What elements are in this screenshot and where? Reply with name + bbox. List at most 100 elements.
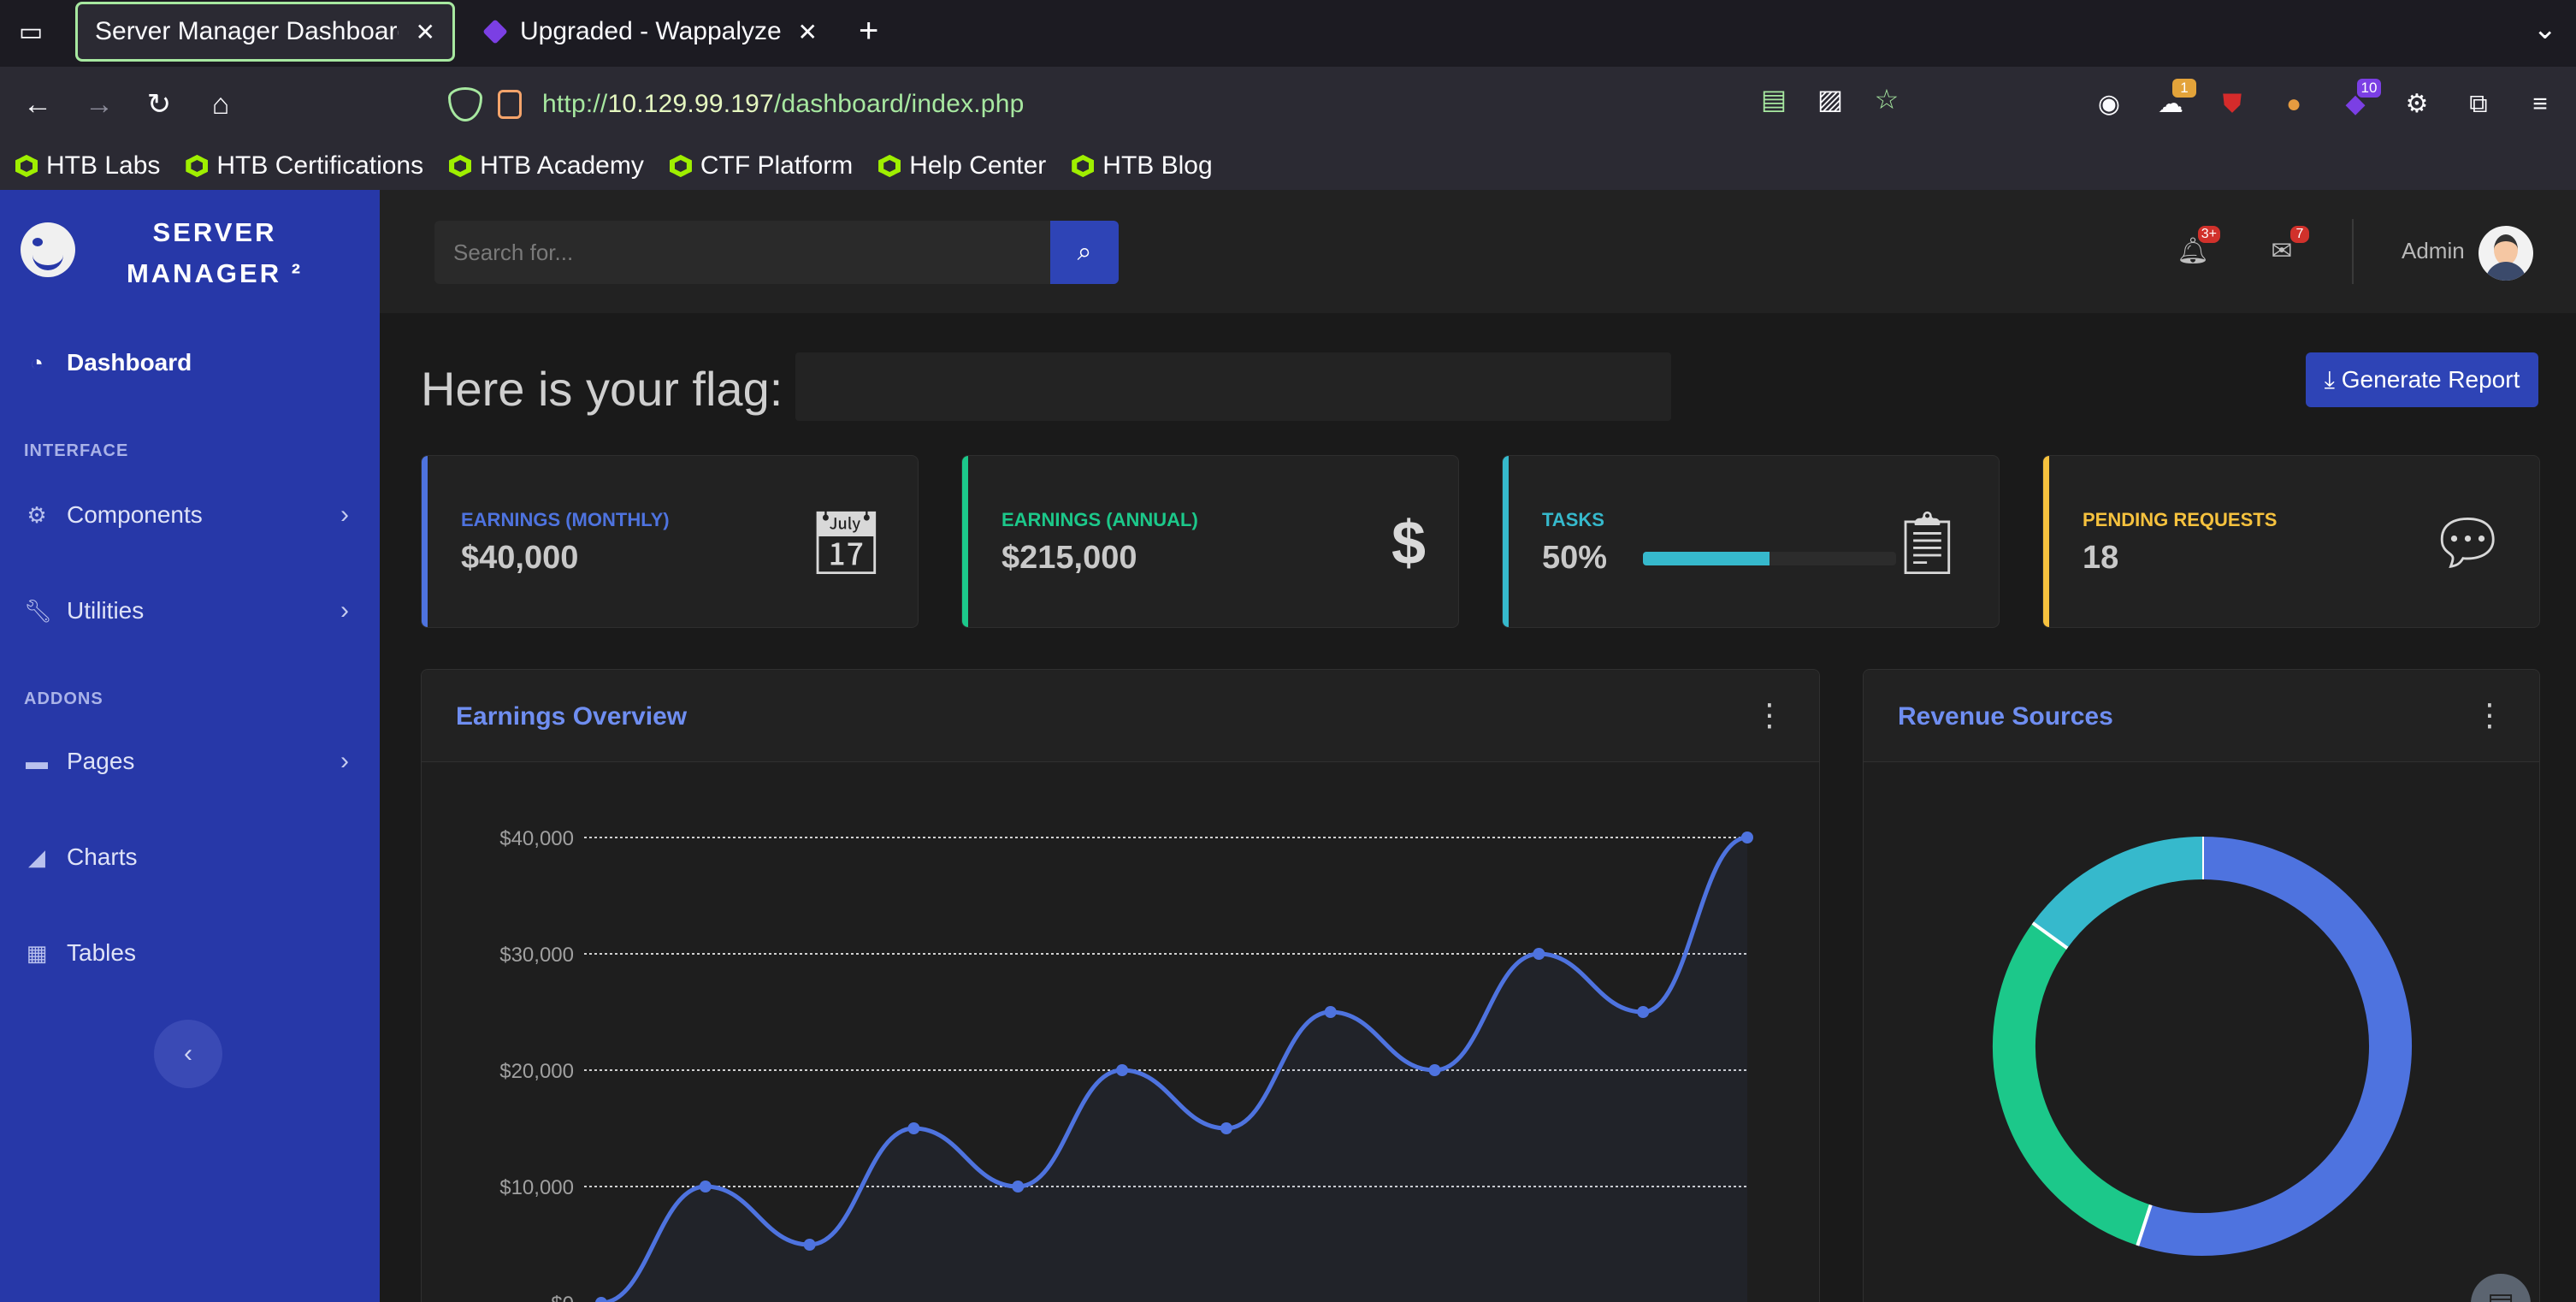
user-name[interactable]: Admin (2402, 238, 2465, 264)
shield-icon[interactable] (448, 87, 482, 121)
search-icon: ⌕ (1077, 238, 1092, 266)
bookmark-label: HTB Academy (480, 151, 644, 180)
sidebar-item-label: Pages (67, 748, 135, 774)
sidebar-toggle-button[interactable]: ‹ (154, 1020, 222, 1088)
cookie-icon[interactable]: ● (2273, 84, 2314, 125)
sidebar-item-utilities[interactable]: 🔧︎ Utilities › (24, 596, 349, 624)
folder-icon: ▬ (26, 748, 48, 774)
data-point (699, 1181, 712, 1193)
tab-server-manager[interactable]: Server Manager Dashboard ✕ (75, 2, 455, 62)
bookmark-ctf-platform[interactable]: CTF Platform (669, 151, 853, 181)
area-chart-icon: ◢ (28, 843, 45, 870)
dashboard-app: SERVER MANAGER ² ◔ Dashboard INTERFACE ⚙… (0, 190, 2576, 1302)
lock-icon[interactable] (498, 90, 522, 119)
revenue-donut-chart (1993, 837, 2412, 1256)
home-icon[interactable]: ⌂ (200, 84, 241, 125)
search-input[interactable] (434, 221, 1050, 284)
wrench-icon: 🔧︎ (24, 597, 53, 624)
ublock-icon[interactable]: ⛊ (2212, 84, 2253, 125)
account-icon[interactable]: ◉ (2089, 84, 2130, 125)
close-tab-icon[interactable]: ✕ (416, 18, 435, 46)
reader-view-icon[interactable]: ▤ (1757, 82, 1791, 116)
generate-report-button[interactable]: ⤓ Generate Report (2306, 352, 2538, 407)
browser-tab-bar: ▭ Server Manager Dashboard ✕ Upgraded - … (0, 0, 2576, 67)
back-arrow-icon[interactable]: ← (17, 84, 58, 125)
brand-name: SERVER MANAGER ² (108, 212, 322, 294)
settings-icon[interactable]: ⚙ (2396, 84, 2437, 125)
htb-cube-icon (669, 155, 692, 177)
gear-icon: ⚙ (27, 501, 47, 528)
sidebar-item-pages[interactable]: ▬ Pages › (24, 747, 349, 775)
wappalyzer-badge: 10 (2357, 79, 2381, 98)
forward-arrow-icon[interactable]: → (79, 84, 120, 125)
tasks-progress-bar (1643, 552, 1896, 565)
data-point (907, 1122, 920, 1134)
sidebar-item-charts[interactable]: ◢ Charts (24, 843, 349, 871)
alerts-bell-icon[interactable]: 🔔︎ 3+ (2172, 226, 2220, 272)
new-tab-icon[interactable]: + (859, 12, 878, 50)
extension-badge-icon[interactable]: ☁ 1 (2150, 79, 2196, 125)
topbar: ⌕ 🔔︎3+ ✉7 Admin (380, 190, 2576, 313)
url-bar[interactable]: http://10.129.99.197/dashboard/index.php… (433, 74, 1904, 135)
card-value: $40,000 (461, 540, 579, 576)
htb-cube-icon (186, 155, 209, 177)
bookmark-htb-certifications[interactable]: HTB Certifications (186, 151, 423, 181)
bookmark-help-center[interactable]: Help Center (878, 151, 1046, 181)
brand[interactable]: SERVER MANAGER ² (0, 190, 380, 294)
card-pending-requests: PENDING REQUESTS 18 💬︎ (2042, 455, 2540, 628)
bookmark-label: HTB Labs (46, 151, 161, 180)
comments-icon: 💬︎ (2428, 509, 2507, 577)
tab-title: Upgraded - Wappalyzer (520, 17, 781, 45)
extensions-toolbar: ◉ ☁ 1 ⛊ ● ◆ 10 ⚙ ⧉ ≡ (2089, 79, 2576, 125)
url-host: 10.129.99.197 (607, 90, 774, 118)
chevron-right-icon: › (340, 747, 349, 775)
flag-value-box[interactable] (795, 352, 1671, 421)
donut-slice (1993, 923, 2152, 1246)
bookmarks-bar: HTB Labs HTB Certifications HTB Academy … (0, 142, 2576, 190)
bookmark-star-icon[interactable]: ☆ (1870, 82, 1904, 116)
bookmark-label: HTB Blog (1102, 151, 1213, 180)
main-content: Here is your flag: ⤓ Generate Report EAR… (380, 313, 2576, 1302)
y-tick-label: $40,000 (499, 827, 574, 850)
y-tick-label: $0 (551, 1293, 574, 1302)
sidebar-item-dashboard[interactable]: ◔ Dashboard (24, 349, 349, 376)
revenue-sources-panel: Revenue Sources ⋮ ▤ (1863, 669, 2540, 1302)
y-tick-label: $30,000 (499, 944, 574, 967)
url-scheme: http:// (542, 90, 608, 118)
htb-cube-icon (449, 155, 472, 177)
close-tab-icon[interactable]: ✕ (798, 18, 818, 46)
messages-envelope-icon[interactable]: ✉ 7 (2261, 226, 2309, 272)
bookmark-htb-labs[interactable]: HTB Labs (15, 151, 160, 181)
generate-report-label: Generate Report (2341, 366, 2520, 393)
reload-icon[interactable]: ↻ (139, 84, 180, 125)
tab-list-icon[interactable]: ▭ (14, 15, 48, 50)
donut-slice (2032, 837, 2203, 949)
avatar[interactable] (2479, 226, 2533, 281)
sidebar-item-label: Utilities (67, 597, 145, 624)
topbar-divider (2352, 219, 2354, 284)
bookmark-htb-blog[interactable]: HTB Blog (1072, 151, 1213, 181)
tab-title: Server Manager Dashboard (95, 17, 399, 45)
search-button[interactable]: ⌕ (1050, 221, 1119, 284)
screenshot-icon[interactable]: ▨ (1813, 82, 1847, 116)
earnings-area-chart: $0 $10,000 $20,000 $30,000 $40,000 (499, 827, 1753, 1302)
extension-badge: 1 (2172, 79, 2196, 98)
extensions-puzzle-icon[interactable]: ⧉ (2458, 84, 2499, 125)
card-label: EARNINGS (MONTHLY) (461, 509, 670, 530)
brand-line-1: SERVER (152, 217, 277, 247)
chevron-down-icon[interactable]: ⌄ (2533, 12, 2558, 46)
url-text[interactable]: http://10.129.99.197/dashboard/index.php (542, 90, 1024, 119)
browser-nav-bar: ← → ↻ ⌂ http://10.129.99.197/dashboard/i… (0, 67, 2576, 142)
card-accent (422, 456, 428, 627)
sidebar-item-components[interactable]: ⚙ Components › (24, 500, 349, 529)
data-point (1533, 948, 1545, 960)
wappalyzer-icon[interactable]: ◆ 10 (2335, 79, 2381, 125)
alerts-badge: 3+ (2197, 226, 2220, 243)
brand-line-2: MANAGER ² (126, 258, 304, 288)
bookmark-htb-academy[interactable]: HTB Academy (449, 151, 644, 181)
hamburger-menu-icon[interactable]: ≡ (2520, 84, 2561, 125)
tab-wappalyzer[interactable]: Upgraded - Wappalyzer ✕ (467, 2, 835, 62)
chevron-right-icon: › (340, 500, 349, 529)
sidebar-item-tables[interactable]: ▦ Tables (24, 939, 349, 967)
data-point (1220, 1122, 1232, 1134)
